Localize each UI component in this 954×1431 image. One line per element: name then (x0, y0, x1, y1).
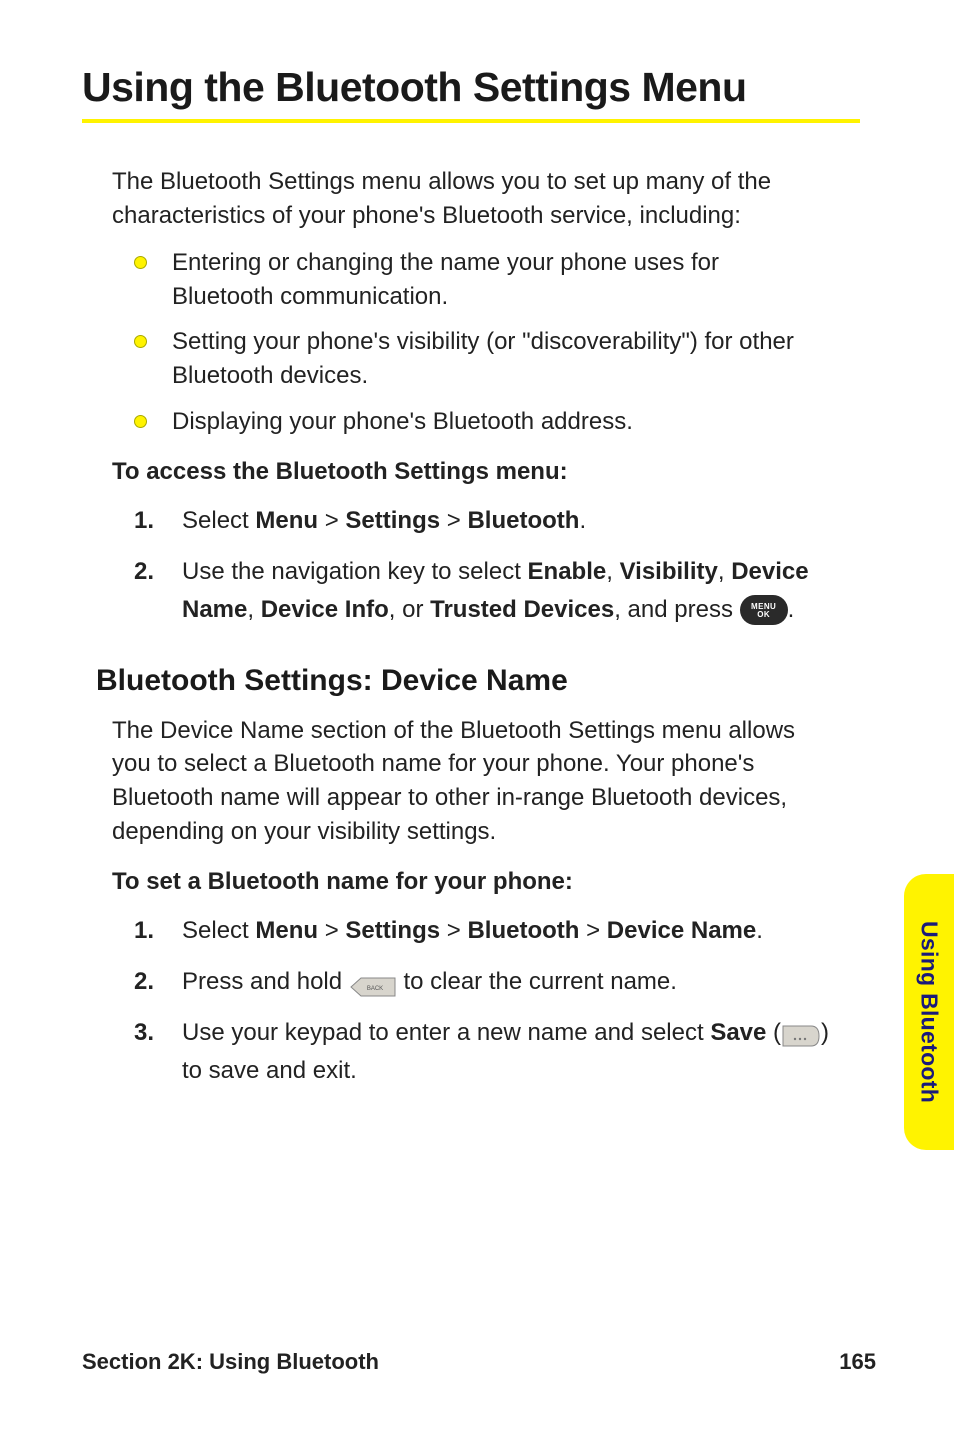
list-item: 2. Use the navigation key to select Enab… (134, 553, 834, 627)
footer-page-number: 165 (839, 1349, 876, 1375)
step-number: 1. (134, 912, 154, 949)
device-info-label: Device Info (261, 596, 389, 623)
separator: > (579, 917, 606, 944)
back-key-icon: BACK (349, 972, 397, 994)
menu-label: Menu (255, 507, 318, 534)
intro-paragraph: The Bluetooth Settings menu allows you t… (112, 165, 832, 232)
save-label: Save (710, 1019, 766, 1046)
side-tab-label: Using Bluetooth (916, 921, 943, 1103)
menu-label: Menu (255, 917, 318, 944)
text: , or (389, 596, 430, 623)
list-item: Setting your phone's visibility (or "dis… (134, 325, 814, 392)
step-number: 1. (134, 502, 154, 539)
visibility-label: Visibility (620, 558, 718, 585)
step-number: 2. (134, 553, 154, 590)
set-name-heading: To set a Bluetooth name for your phone: (112, 868, 860, 896)
separator: > (318, 507, 345, 534)
settings-label: Settings (345, 917, 440, 944)
settings-label: Settings (345, 507, 440, 534)
separator: > (318, 917, 345, 944)
trusted-devices-label: Trusted Devices (430, 596, 614, 623)
page-title: Using the Bluetooth Settings Menu (82, 64, 860, 111)
list-item: 2. Press and hold BACK to clear the curr… (134, 963, 834, 1000)
text: Use your keypad to enter a new name and … (182, 1019, 710, 1046)
ok-text: OK (757, 611, 770, 619)
title-rule (82, 119, 860, 123)
text: , (718, 558, 731, 585)
text: . (756, 917, 763, 944)
step-number: 3. (134, 1014, 154, 1051)
text: , (247, 596, 260, 623)
separator: > (440, 917, 467, 944)
bluetooth-label: Bluetooth (467, 917, 579, 944)
text: , and press (614, 596, 739, 623)
text: Use the navigation key to select (182, 558, 528, 585)
menu-ok-icon: MENUOK (740, 595, 788, 625)
list-item: 1. Select Menu > Settings > Bluetooth > … (134, 912, 834, 949)
softkey-icon (781, 1022, 821, 1046)
text: , (606, 558, 619, 585)
page-footer: Section 2K: Using Bluetooth 165 (82, 1349, 876, 1375)
list-item: Displaying your phone's Bluetooth addres… (134, 405, 814, 439)
text: ( (766, 1019, 781, 1046)
device-name-label: Device Name (607, 917, 756, 944)
subsection-paragraph: The Device Name section of the Bluetooth… (112, 714, 832, 848)
svg-text:BACK: BACK (367, 986, 383, 992)
text: Press and hold (182, 968, 349, 995)
feature-bullet-list: Entering or changing the name your phone… (134, 246, 860, 438)
bluetooth-label: Bluetooth (467, 507, 579, 534)
side-tab: Using Bluetooth (904, 874, 954, 1150)
access-heading: To access the Bluetooth Settings menu: (112, 458, 860, 486)
text: . (788, 596, 795, 623)
text: Select (182, 507, 255, 534)
list-item: 1. Select Menu > Settings > Bluetooth. (134, 502, 834, 539)
text: to clear the current name. (397, 968, 677, 995)
text: Select (182, 917, 255, 944)
list-item: Entering or changing the name your phone… (134, 246, 814, 313)
step-number: 2. (134, 963, 154, 1000)
footer-section: Section 2K: Using Bluetooth (82, 1349, 379, 1375)
enable-label: Enable (528, 558, 607, 585)
subsection-title: Bluetooth Settings: Device Name (96, 664, 860, 698)
separator: > (440, 507, 467, 534)
set-name-steps: 1. Select Menu > Settings > Bluetooth > … (134, 912, 860, 1089)
text: . (579, 507, 586, 534)
access-steps: 1. Select Menu > Settings > Bluetooth. 2… (134, 502, 860, 628)
list-item: 3. Use your keypad to enter a new name a… (134, 1014, 834, 1088)
